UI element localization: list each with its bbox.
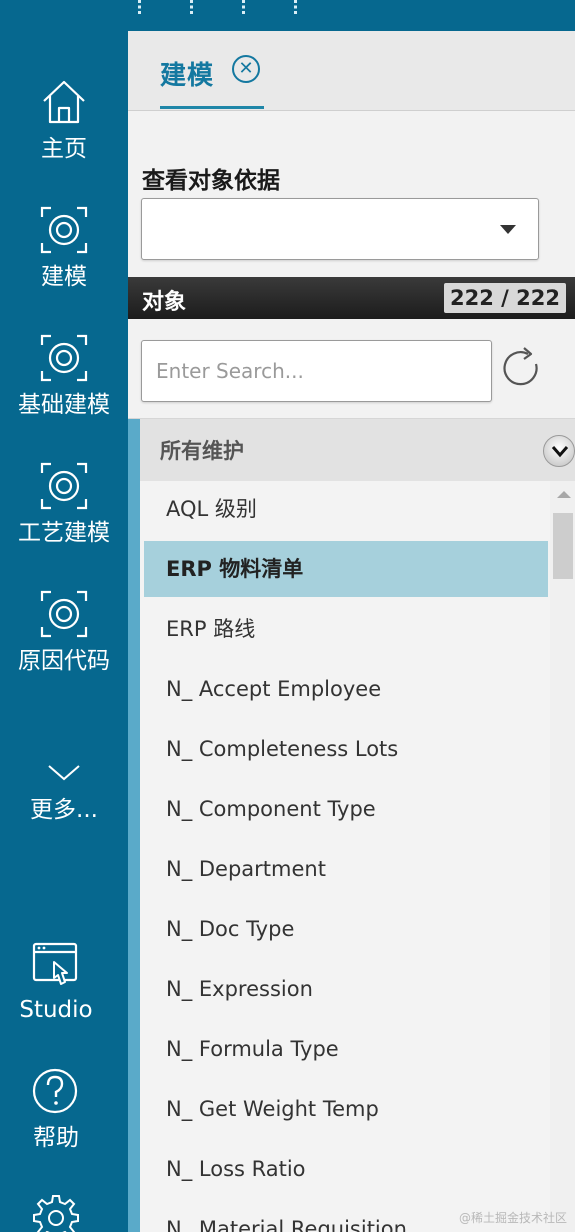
caret-down-icon [500,225,516,234]
panel-drag-handle[interactable] [128,0,428,14]
chevron-down-circle-icon[interactable] [543,435,575,467]
view-by-dropdown[interactable] [141,198,539,260]
view-by-label: 查看对象依据 [142,168,280,194]
target-icon [40,206,88,254]
list-item[interactable]: N_ Get Weight Temp [144,1081,548,1137]
objects-header: 对象 222 / 222 [128,277,575,319]
list-item[interactable]: N_ Department [144,841,548,897]
nav-item-process-modeling[interactable]: 工艺建模 [0,461,128,551]
nav-label-help: 帮助 [33,1125,79,1151]
objects-count-badge: 222 / 222 [444,283,566,313]
nav-label-modeling: 建模 [41,264,87,290]
list-accent-bar [128,419,140,1232]
tab-bar: 建模 ✕ [128,31,575,111]
nav-rail: 主页 建模 基础建模 工艺建模 原因代码 更多... Studio 帮助 [0,0,128,1232]
studio-pointer-icon [32,942,78,985]
list-item[interactable]: ERP 路线 [144,601,548,657]
object-list: AQL 级别 ERP 物料清单 ERP 路线 N_ Accept Employe… [140,481,550,1232]
nav-item-base-modeling[interactable]: 基础建模 [0,333,128,423]
object-list-area: 所有维护 AQL 级别 ERP 物料清单 ERP 路线 N_ Accept Em… [128,418,575,1232]
watermark: @稀土掘金技术社区 [458,1211,567,1225]
nav-item-studio[interactable]: Studio [0,940,128,1030]
tab-modeling-label: 建模 [160,61,215,91]
list-item[interactable]: N_ Accept Employee [144,661,548,717]
scroll-thumb[interactable] [553,513,573,579]
list-item[interactable]: AQL 级别 [144,481,548,537]
list-item[interactable]: N_ Loss Ratio [144,1141,548,1197]
nav-label-base-modeling: 基础建模 [18,392,110,418]
group-label: 所有维护 [160,439,244,463]
target-icon [40,462,88,510]
target-icon [40,334,88,382]
nav-item-cause-code[interactable]: 原因代码 [0,589,128,679]
list-item[interactable]: N_ Completeness Lots [144,721,548,777]
nav-item-modeling[interactable]: 建模 [0,205,128,295]
nav-label-more: 更多... [30,797,98,823]
refresh-icon[interactable] [500,340,544,396]
list-item[interactable]: N_ Formula Type [144,1021,548,1077]
group-header-all-maintenance[interactable]: 所有维护 [140,419,575,481]
list-scrollbar[interactable] [550,481,575,1232]
scroll-up-arrow-icon[interactable] [557,491,571,498]
nav-label-studio: Studio [19,997,93,1023]
modeling-panel: 建模 ✕ 查看对象依据 对象 222 / 222 所有维护 AQL 级别 ERP… [128,31,575,1232]
gear-icon [33,1195,79,1232]
tab-modeling[interactable]: 建模 ✕ [160,31,264,109]
list-item[interactable]: N_ Expression [144,961,548,1017]
nav-label-process-modeling: 工艺建模 [18,520,110,546]
question-icon [32,1068,78,1114]
nav-item-more[interactable]: 更多... [0,760,128,830]
objects-title: 对象 [142,290,187,315]
nav-item-settings[interactable] [0,1194,128,1232]
home-icon [43,80,85,124]
list-item[interactable]: N_ Doc Type [144,901,548,957]
list-item[interactable]: ERP 物料清单 [144,541,548,597]
nav-label-cause-code: 原因代码 [18,648,110,674]
chevron-down-icon [48,765,80,781]
nav-item-help[interactable]: 帮助 [0,1066,128,1156]
close-circle-icon[interactable]: ✕ [232,55,260,83]
list-item[interactable]: N_ Component Type [144,781,548,837]
search-input[interactable] [141,340,492,402]
target-icon [40,590,88,638]
nav-item-home[interactable]: 主页 [0,77,128,167]
nav-label-home: 主页 [41,136,87,162]
